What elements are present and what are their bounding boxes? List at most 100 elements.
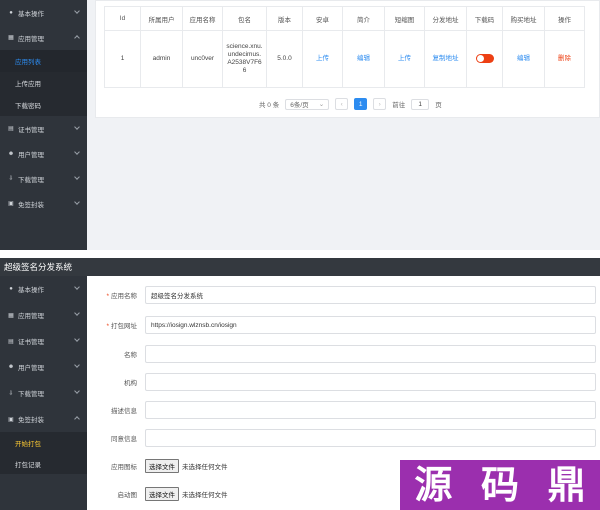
package-icon: ▣ [8,416,14,423]
field-label-text: 打包网址 [111,323,137,330]
required-mark: * [106,323,109,330]
chevron-up-icon [74,416,80,422]
page-suffix: 页 [435,102,442,109]
intro-edit-link[interactable]: 编辑 [357,55,370,62]
sidebar-item-app-management[interactable]: ▦ 应用管理 [0,25,87,50]
sidebar-item-label: 免签封装 [18,201,44,209]
form-row-package-url: * 打包网址 https://iosign.wlznsb.cn/iosign [87,316,600,334]
sidebar-item-package[interactable]: ▣ 免签封装 [0,191,87,216]
thumb-upload-link[interactable]: 上传 [398,55,411,62]
page-size-value: 6条/页 [290,102,309,109]
column-header: Id [104,6,141,31]
user-icon: ● [9,286,13,292]
required-mark: * [106,293,109,300]
sidebar: ● 基本操作 ▦ 应用管理 ▤ 证书管理 ☻ 用户管理 ⇩ 下载管理 ▣ 免签封… [0,276,87,510]
page-size-select[interactable]: 6条/页 ⌄ [285,98,330,110]
field-label: * 应用名称 [87,290,141,300]
app-name-input[interactable]: 超级签名分发系统 [145,286,596,304]
column-header: 操作 [544,6,585,31]
package-icon: ▣ [8,201,14,207]
android-upload-link[interactable]: 上传 [316,55,329,62]
sidebar-subitem-app-list[interactable]: 应用列表 [0,50,87,72]
sidebar-item-downloads[interactable]: ⇩ 下载管理 [0,166,87,191]
app-list-screen: ● 基本操作 ▦ 应用管理 应用列表 上传应用 下载密码 ▤ 证书管理 ☻ 用户… [0,0,600,250]
organization-input[interactable] [145,373,596,391]
user-icon: ● [9,9,13,16]
watermark-char: 源 [414,463,453,507]
sidebar-item-basic[interactable]: ● 基本操作 [0,276,87,302]
choose-file-button[interactable]: 选择文件 [145,487,179,501]
chevron-down-icon: ⌄ [318,101,325,108]
sidebar-subitem-download-password[interactable]: 下载密码 [0,94,87,116]
field-label: 同意信息 [111,436,137,443]
download-icon: ⇩ [8,176,14,182]
column-header: 安卓 [302,6,343,31]
sidebar-item-app-management[interactable]: ▦ 应用管理 [0,302,87,328]
sidebar-subitem-upload-app[interactable]: 上传应用 [0,72,87,94]
table-row: 1 admin unc0ver science.xnu.undecimus.A2… [104,30,585,88]
current-page-button[interactable]: 1 [354,98,368,110]
cell-android: 上传 [302,30,343,88]
chevron-down-icon [74,8,80,14]
field-label: 应用图标 [111,464,137,471]
sidebar-item-label: 应用管理 [18,35,44,43]
delete-link[interactable]: 删除 [558,55,571,62]
sidebar-item-label: 用户管理 [18,365,44,372]
top-bar: 超级签名分发系统 [0,258,600,276]
download-icon: ⇩ [8,390,14,397]
cell-buy: 编辑 [502,30,545,88]
cell-version: 5.0.0 [266,30,303,88]
sidebar-item-label: 基本操作 [18,287,44,294]
sidebar-item-certificates[interactable]: ▤ 证书管理 [0,116,87,141]
sidebar: ● 基本操作 ▦ 应用管理 应用列表 上传应用 下载密码 ▤ 证书管理 ☻ 用户… [0,0,87,250]
watermark-char: 码 [480,463,519,507]
app-table: Id 所属用户 应用名称 包名 版本 安卓 简介 短缩图 分发地址 下载码 购买… [104,6,585,88]
chevron-down-icon [74,362,80,368]
sidebar-item-users[interactable]: ☻ 用户管理 [0,141,87,166]
buy-edit-link[interactable]: 编辑 [517,55,530,62]
users-icon: ☻ [7,364,15,370]
next-page-button[interactable]: › [373,98,387,110]
field-label-text: 应用名称 [111,293,137,300]
cell-dist: 复制地址 [424,30,467,88]
file-status: 未选择任何文件 [182,492,228,499]
file-status: 未选择任何文件 [182,464,228,471]
column-header: 短缩图 [384,6,425,31]
description-input[interactable] [145,401,596,419]
app-title: 超级签名分发系统 [4,262,73,272]
sidebar-item-label: 下载管理 [18,391,44,398]
sidebar-item-basic[interactable]: ● 基本操作 [0,0,87,25]
package-url-input[interactable]: https://iosign.wlznsb.cn/iosign [145,316,596,334]
total-count: 共 0 条 [259,102,280,109]
form-row-description: 描述信息 [87,401,600,419]
sidebar-item-label: 证书管理 [18,126,44,134]
prev-page-button[interactable]: ‹ [335,98,349,110]
sidebar-item-label: 用户管理 [18,151,44,159]
sidebar-item-label: 应用管理 [18,313,44,320]
sidebar-item-downloads[interactable]: ⇩ 下载管理 [0,380,87,406]
field-label: 启动图 [117,492,138,499]
name-input[interactable] [145,345,596,363]
column-header: 分发地址 [424,6,467,31]
sidebar-subitem-start-package[interactable]: 开始打包 [0,432,87,453]
column-header: 所属用户 [140,6,183,31]
form-row-organization: 机构 [87,373,600,391]
cell-thumb: 上传 [384,30,425,88]
column-header: 应用名称 [182,6,223,31]
goto-page-input[interactable]: 1 [411,98,430,110]
sidebar-item-users[interactable]: ☻ 用户管理 [0,354,87,380]
consent-input[interactable] [145,429,596,447]
sidebar-subitem-package-records[interactable]: 打包记录 [0,453,87,474]
sidebar-item-label: 证书管理 [18,339,44,346]
sidebar-item-package[interactable]: ▣ 免签封装 [0,406,87,432]
app-table-card: Id 所属用户 应用名称 包名 版本 安卓 简介 短缩图 分发地址 下载码 购买… [95,0,600,118]
field-label: 机构 [124,380,137,387]
choose-file-button[interactable]: 选择文件 [145,459,179,473]
copy-address-link[interactable]: 复制地址 [433,55,459,62]
download-code-toggle[interactable] [475,54,494,64]
column-header: 购买地址 [502,6,545,31]
sidebar-item-label: 基本操作 [18,10,44,18]
goto-label: 前往 [392,102,406,109]
sidebar-item-certificates[interactable]: ▤ 证书管理 [0,328,87,354]
field-label: * 打包网址 [87,320,141,330]
